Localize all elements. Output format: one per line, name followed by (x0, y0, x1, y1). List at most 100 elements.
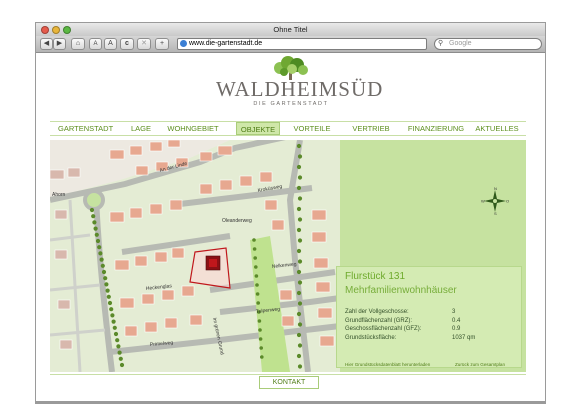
url-input[interactable]: www.die-gartenstadt.de (177, 38, 427, 50)
contact-button[interactable]: KONTAKT (259, 376, 319, 389)
back-button[interactable]: ◀ (40, 38, 53, 50)
footer-divider (50, 374, 526, 375)
map-tree (106, 294, 111, 299)
forward-button[interactable]: ▶ (53, 38, 66, 50)
home-button[interactable]: ⌂ (71, 38, 85, 50)
map-tree (252, 238, 256, 242)
add-bookmark-button[interactable]: + (155, 38, 169, 50)
map-building (281, 315, 295, 327)
back-to-overview-link[interactable]: Zurück zum Gesamtplan (455, 362, 505, 367)
plot-property-label: Grundstücksfläche: (345, 334, 397, 341)
map-tree (254, 274, 259, 278)
map-tree (89, 207, 95, 213)
map-tree (104, 282, 109, 287)
map-building (319, 335, 335, 347)
map-building (129, 207, 143, 219)
globe-icon (180, 40, 187, 47)
site-logo[interactable]: WALDHEIMSÜD DIE GARTENSTADT (216, 56, 382, 110)
map-building (67, 167, 81, 178)
plot-info-panel: Flurstück 131 Mehrfamilienwohnhäuser Zah… (336, 266, 522, 368)
map-tree (257, 319, 262, 323)
map-building (129, 145, 143, 156)
map-tree (112, 325, 117, 330)
nav-item-gartenstadt[interactable]: GARTENSTADT (58, 122, 113, 135)
map-street-label: Ahorn (52, 192, 66, 198)
map-tree (296, 332, 302, 338)
font-larger-button[interactable]: A (104, 38, 117, 50)
map-tree (119, 362, 125, 368)
minimize-window-icon[interactable] (52, 26, 60, 34)
title-bar: Ohne Titel (36, 23, 545, 36)
map-tree (296, 143, 302, 149)
map-tree (94, 232, 99, 237)
map-building (135, 165, 149, 176)
font-smaller-button[interactable]: A (89, 38, 102, 50)
map-building (57, 299, 71, 310)
map-tree (111, 319, 116, 324)
map-building (167, 140, 181, 148)
map-building (199, 151, 213, 162)
compass-south: S (494, 211, 497, 215)
map-tree (109, 307, 114, 312)
nav-item-aktuelles[interactable]: AKTUELLES (472, 122, 522, 135)
map-tree (254, 265, 258, 269)
map-tree (100, 263, 105, 268)
map-tree (103, 276, 108, 281)
map-building (313, 257, 329, 269)
search-input[interactable]: ⚲ Google (434, 38, 542, 50)
map-tree (116, 344, 121, 349)
plot-property-value: 0.9 (452, 326, 461, 332)
map-building (259, 171, 273, 183)
stop-button[interactable]: ✕ (137, 38, 151, 50)
nav-item-vorteile[interactable]: VORTEILE (292, 122, 332, 135)
map-building (315, 281, 331, 293)
map-building (109, 149, 125, 160)
map-tree (297, 280, 303, 285)
nav-item-objekte[interactable]: OBJEKTE (236, 122, 280, 135)
browser-toolbar: ◀ ▶ ⌂ A A c ✕ + www.die-gartenstadt.de ⚲… (36, 36, 545, 53)
plot-property-value: 1037 qm (452, 334, 476, 341)
map-building (50, 169, 65, 180)
map-building (239, 175, 253, 187)
map-tree (297, 364, 303, 369)
map-building (311, 209, 327, 221)
map-tree (101, 269, 107, 275)
map-tree (296, 311, 302, 317)
map-building (189, 314, 203, 326)
nav-item-finanzierung[interactable]: FINANZIERUNG (406, 122, 466, 135)
map-building (144, 321, 158, 333)
brand-tagline: DIE GARTENSTADT (253, 101, 329, 107)
close-window-icon[interactable] (41, 26, 49, 34)
download-datasheet-link[interactable]: Hier Grundstücksdatenblatt herunterladen (345, 362, 430, 367)
map-tree (296, 185, 302, 191)
status-bar (36, 401, 545, 403)
web-page: WALDHEIMSÜD DIE GARTENSTADT GARTENSTADT L… (36, 54, 545, 401)
map-tree (253, 256, 257, 260)
map-tree (297, 259, 303, 264)
map-tree (95, 238, 101, 244)
map-building (141, 293, 155, 305)
reload-button[interactable]: c (120, 38, 134, 50)
zoom-window-icon[interactable] (63, 26, 71, 34)
map-building (114, 259, 130, 271)
map-tree (93, 226, 98, 231)
map-building (124, 325, 138, 337)
map-tree (260, 355, 264, 359)
map-building (134, 255, 148, 267)
map-tree (255, 283, 259, 287)
map-building (264, 199, 278, 211)
nav-item-vertrieb[interactable]: VERTRIEB (350, 122, 392, 135)
map-tree (97, 245, 102, 250)
nav-item-lage[interactable]: LAGE (124, 122, 158, 135)
map-tree (258, 328, 262, 332)
map-tree (113, 331, 119, 337)
map-building (54, 249, 68, 260)
map-tree (98, 251, 103, 256)
plot-property-label: Grundflächenzahl (GRZ): (345, 317, 413, 324)
nav-item-wohngebiet[interactable]: WOHNGEBIET (166, 122, 220, 135)
map-tree (297, 217, 303, 222)
selected-plot[interactable] (189, 247, 231, 289)
map-building (217, 145, 233, 156)
map-building (199, 183, 213, 195)
site-plan: An der Linde Kroküsweg Oleanderweg Nelkenwe… (50, 140, 526, 372)
